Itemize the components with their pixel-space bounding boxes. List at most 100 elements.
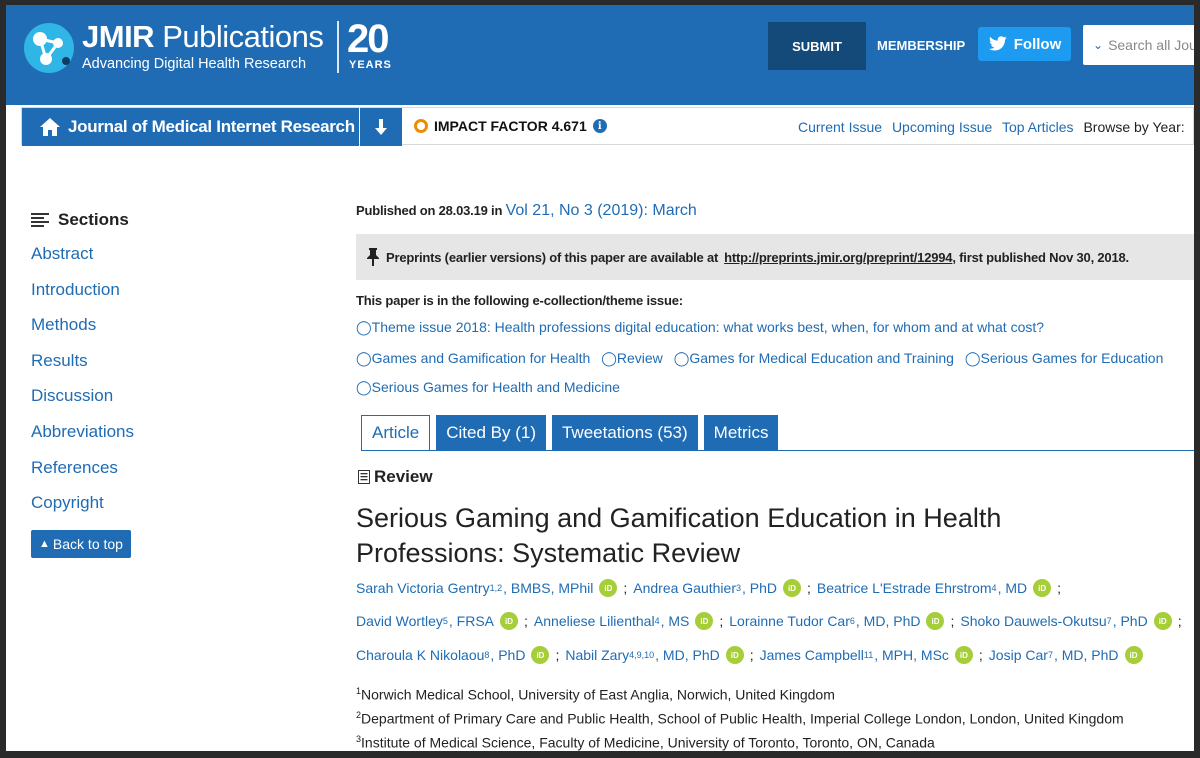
section-link-copyright[interactable]: Copyright (31, 493, 134, 529)
author-link[interactable]: Lorainne Tudor Car 6, MD, PhD iD (729, 612, 945, 630)
document-icon (358, 470, 370, 484)
author-separator: ; (978, 647, 983, 663)
orcid-icon[interactable]: iD (695, 612, 714, 630)
impact-factor: IMPACT FACTOR 4.671 i (414, 118, 607, 134)
author-link[interactable]: Sarah Victoria Gentry 1,2, BMBS, MPhil iD (356, 579, 618, 597)
tag-icon: ◯ (601, 350, 617, 366)
section-link-methods[interactable]: Methods (31, 315, 134, 351)
author-row-3: Charoula K Nikolaou 8, PhD iD ; Nabil Zary… (356, 646, 1143, 664)
journal-dropdown-button[interactable] (360, 108, 402, 146)
browse-by-year-label[interactable]: Browse by Year: (1083, 119, 1184, 135)
jmir-logo-icon[interactable] (22, 21, 76, 75)
tag-icon: ◯ (356, 379, 372, 395)
twitter-bird-icon (988, 36, 1007, 51)
author-separator: ; (524, 613, 528, 629)
theme-tag[interactable]: ◯Serious Games for Health and Medicine (356, 379, 620, 395)
orcid-icon[interactable]: iD (926, 612, 945, 630)
theme-tags-row-3: ◯Serious Games for Health and Medicine (356, 379, 627, 396)
orcid-icon[interactable]: iD (783, 579, 802, 597)
theme-tag[interactable]: ◯Theme issue 2018: Health professions di… (356, 319, 1044, 335)
orcid-icon[interactable]: iD (1124, 646, 1143, 664)
tab-article[interactable]: Article (361, 415, 431, 451)
preprint-text: Preprints (earlier versions) of this pap… (386, 249, 719, 265)
tab-cited-by[interactable]: Cited By (1) (436, 415, 546, 451)
author-separator: ; (623, 580, 628, 596)
author-link[interactable]: Anneliese Lilienthal 4, MS iD (534, 612, 714, 630)
tag-icon: ◯ (673, 350, 690, 366)
brand-name[interactable]: JMIR Publications (82, 19, 324, 55)
sections-label: Sections (58, 210, 129, 229)
theme-tag[interactable]: ◯Games and Gamification for Health (356, 350, 590, 366)
author-link[interactable]: James Campbell 11, MPH, MSc iD (760, 646, 973, 664)
tag-icon: ◯ (356, 319, 372, 335)
anniversary-number: 20 (347, 17, 389, 61)
submit-button[interactable]: SUBMIT (768, 22, 866, 70)
author-separator: ; (950, 613, 955, 629)
chevron-down-icon[interactable]: ⌄ (1093, 38, 1103, 52)
author-separator: ; (749, 647, 754, 663)
tab-metrics[interactable]: Metrics (703, 415, 779, 451)
tab-underline (361, 450, 1194, 451)
journal-title: Journal of Medical Internet Research (68, 117, 355, 136)
orcid-icon[interactable]: iD (531, 646, 550, 664)
search-placeholder: Search all Jou (1108, 37, 1194, 53)
volume-link[interactable]: Vol 21, No 3 (2019): March (506, 202, 697, 219)
site-header: JMIR Publications Advancing Digital Heal… (6, 5, 1194, 105)
author-link[interactable]: Charoula K Nikolaou 8, PhD iD (356, 646, 550, 664)
preprint-suffix: , first published Nov 30, 2018. (952, 249, 1129, 265)
theme-heading: This paper is in the following e-collect… (356, 293, 683, 308)
journal-title-link[interactable]: Journal of Medical Internet Research (22, 108, 359, 146)
preprint-url-link[interactable]: http://preprints.jmir.org/preprint/12994 (724, 250, 952, 265)
article-type-label: Review (374, 467, 433, 486)
article-type: Review (358, 467, 433, 487)
theme-tag[interactable]: ◯Games for Medical Education and Trainin… (674, 350, 954, 366)
arrow-down-icon (375, 119, 387, 135)
author-link[interactable]: Beatrice L'Estrade Ehrstrom 4, MD iD (817, 579, 1052, 597)
info-icon[interactable]: i (592, 119, 607, 133)
orcid-icon[interactable]: iD (1033, 579, 1052, 597)
affiliation-1: 1Norwich Medical School, University of E… (356, 686, 835, 703)
published-line: Published on 28.03.19 in Vol 21, No 3 (2… (356, 202, 697, 220)
orcid-icon[interactable]: iD (500, 612, 519, 630)
article-title: Serious Gaming and Gamification Educatio… (356, 503, 1002, 568)
home-icon (40, 118, 60, 136)
author-row-1: Sarah Victoria Gentry 1,2, BMBS, MPhil iD … (356, 579, 1067, 597)
tag-icon: ◯ (964, 350, 981, 366)
theme-tag[interactable]: ◯Serious Games for Education (965, 350, 1164, 366)
section-link-abbreviations[interactable]: Abbreviations (31, 422, 134, 458)
author-link[interactable]: Nabil Zary 4,9,10, MD, PhD iD (565, 646, 744, 664)
search-input[interactable]: ⌄ Search all Jou (1083, 25, 1194, 65)
pin-icon (367, 248, 379, 266)
article-tabs: Article Cited By (1) Tweetations (53) Me… (361, 415, 779, 451)
orcid-icon[interactable]: iD (725, 646, 744, 664)
section-link-discussion[interactable]: Discussion (31, 386, 134, 422)
tab-tweetations[interactable]: Tweetations (53) (551, 415, 698, 451)
author-link[interactable]: Josip Car 7, MD, PhD iD (989, 646, 1143, 664)
author-separator: ; (807, 580, 811, 596)
impact-factor-text: IMPACT FACTOR 4.671 (434, 118, 587, 134)
browser-viewport: JMIR Publications Advancing Digital Heal… (6, 5, 1194, 751)
section-link-introduction[interactable]: Introduction (31, 280, 134, 316)
section-link-abstract[interactable]: Abstract (31, 244, 134, 280)
twitter-follow-button[interactable]: Follow (978, 27, 1071, 61)
orcid-icon[interactable]: iD (1153, 612, 1172, 630)
back-to-top-button[interactable]: ▲ Back to top (31, 530, 131, 558)
orcid-icon[interactable]: iD (599, 579, 618, 597)
current-issue-link[interactable]: Current Issue (798, 119, 882, 135)
upcoming-issue-link[interactable]: Upcoming Issue (892, 119, 992, 135)
theme-tag[interactable]: ◯Review (601, 350, 663, 366)
author-link[interactable]: David Wortley 5, FRSA iD (356, 612, 519, 630)
section-link-results[interactable]: Results (31, 351, 134, 387)
membership-link[interactable]: MEMBERSHIP (877, 38, 965, 53)
published-date: Published on 28.03.19 in (356, 203, 506, 218)
follow-label: Follow (1013, 35, 1062, 53)
author-row-2: David Wortley 5, FRSA iD ; Anneliese Lilie… (356, 612, 1188, 630)
author-link[interactable]: Shoko Dauwels-Okutsu 7, PhD iD (960, 612, 1172, 630)
top-articles-link[interactable]: Top Articles (1002, 119, 1074, 135)
theme-tags-row-2: ◯Games and Gamification for Health ◯Revi… (356, 350, 1170, 367)
section-link-references[interactable]: References (31, 458, 134, 494)
orcid-icon[interactable]: iD (954, 646, 973, 664)
author-link[interactable]: Andrea Gauthier 3, PhD iD (633, 579, 802, 597)
author-separator: ; (1057, 580, 1062, 596)
preprint-notice: Preprints (earlier versions) of this pap… (356, 234, 1194, 280)
